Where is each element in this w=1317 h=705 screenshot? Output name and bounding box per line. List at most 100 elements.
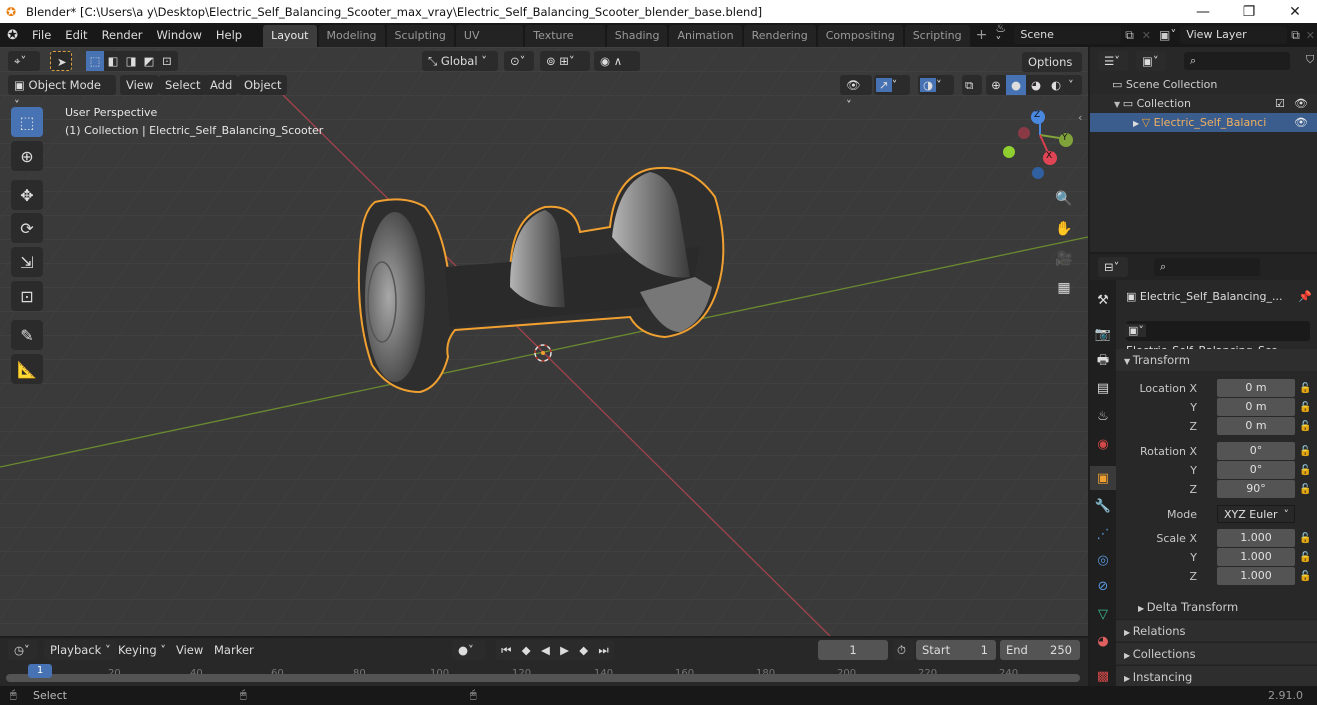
menu-render[interactable]: Render xyxy=(95,23,150,47)
remove-scene-icon[interactable]: ✕ xyxy=(1138,29,1155,42)
menu-view[interactable]: View xyxy=(170,640,209,660)
transform-tool[interactable]: ⊡ xyxy=(11,281,43,311)
new-scene-icon[interactable]: ⧉ xyxy=(1121,28,1138,43)
mode-set-icon[interactable]: ⬚ xyxy=(86,51,104,71)
lock-icon[interactable]: 🔓 xyxy=(1299,417,1313,436)
object-data-icon[interactable]: ▣˅ xyxy=(1126,324,1146,337)
delta-transform-subpanel[interactable]: ▶ Delta Transform xyxy=(1116,596,1317,618)
texture-tab-icon[interactable]: ▩ xyxy=(1090,664,1116,688)
lock-icon[interactable]: 🔓 xyxy=(1299,398,1313,417)
lock-icon[interactable]: 🔓 xyxy=(1299,461,1313,480)
menu-playback[interactable]: Playback ˅ xyxy=(44,640,117,660)
wireframe-shading-icon[interactable]: ⊕ xyxy=(986,75,1006,95)
gizmo-neg-y[interactable] xyxy=(1003,146,1015,158)
cursor-tool[interactable]: ⊕ xyxy=(11,141,43,171)
menu-file[interactable]: File xyxy=(25,23,58,47)
rotation-z-field[interactable]: 90° xyxy=(1217,480,1295,498)
menu-help[interactable]: Help xyxy=(209,23,249,47)
measure-tool[interactable]: 📐 xyxy=(11,354,43,384)
preview-range-icon[interactable]: ⏱ xyxy=(894,640,914,660)
view-layer-tab-icon[interactable]: ▤ xyxy=(1090,376,1116,400)
filter-icon[interactable]: ⛉ xyxy=(1306,53,1314,67)
rotation-x-field[interactable]: 0° xyxy=(1217,442,1295,460)
mode-invert-icon[interactable]: ◩ xyxy=(140,51,158,71)
physics-tab-icon[interactable]: ◎ xyxy=(1090,548,1116,572)
lock-icon[interactable]: 🔓 xyxy=(1299,529,1313,548)
exclude-checkbox[interactable]: ☑ xyxy=(1275,94,1285,113)
outliner-editor-type-icon[interactable]: ☰˅ xyxy=(1098,51,1128,71)
next-keyframe-icon[interactable]: ◆ xyxy=(579,640,588,660)
display-mode-icon[interactable]: ▣˅ xyxy=(1136,51,1166,71)
tab-scripting[interactable]: Scripting xyxy=(904,25,970,47)
jump-end-icon[interactable]: ⏭ xyxy=(598,640,608,660)
xray-toggle-icon[interactable]: ⧉ xyxy=(962,75,982,95)
material-shading-icon[interactable]: ◕ xyxy=(1026,75,1046,95)
lock-icon[interactable]: 🔓 xyxy=(1299,442,1313,461)
object-tab-icon[interactable]: ▣ xyxy=(1090,466,1116,490)
visibility-eye-icon[interactable]: 👁 xyxy=(1294,113,1308,132)
tab-uv-editing[interactable]: UV Editing xyxy=(455,25,524,64)
tab-compositing[interactable]: Compositing xyxy=(817,25,903,47)
gizmo-neg-x[interactable] xyxy=(1018,127,1030,139)
render-tab-icon[interactable]: 📷 xyxy=(1090,322,1116,346)
play-reverse-icon[interactable]: ◀ xyxy=(541,640,550,660)
zoom-view-icon[interactable]: 🔍 xyxy=(1052,187,1076,211)
close-button[interactable]: ✕ xyxy=(1272,0,1317,23)
instancing-panel-header[interactable]: ▶ Instancing xyxy=(1116,665,1317,687)
particles-tab-icon[interactable]: ⋰ xyxy=(1090,522,1116,546)
end-frame-field[interactable]: End 250 xyxy=(1000,640,1080,660)
data-tab-icon[interactable]: ▽ xyxy=(1090,602,1116,626)
move-tool[interactable]: ✥ xyxy=(11,180,43,210)
select-box-tool-icon[interactable]: ➤ xyxy=(50,51,72,71)
collapse-arrow-icon[interactable]: ▼ xyxy=(1114,100,1123,109)
rotate-tool[interactable]: ⟳ xyxy=(11,213,43,243)
gizmo-neg-z[interactable] xyxy=(1032,167,1044,179)
tab-texture-paint[interactable]: Texture Paint xyxy=(525,25,605,64)
lock-icon[interactable]: 🔓 xyxy=(1299,548,1313,567)
timeline-editor-type-icon[interactable]: ◷˅ xyxy=(8,640,38,660)
modifier-tab-icon[interactable]: 🔧 xyxy=(1090,494,1116,518)
gizmo-toggle-icon[interactable]: ↗ ˅ xyxy=(874,75,910,95)
play-icon[interactable]: ▶ xyxy=(560,640,569,660)
blender-menu-icon[interactable]: ✪ xyxy=(0,28,25,43)
minimize-button[interactable]: — xyxy=(1180,0,1226,23)
properties-search-input[interactable]: ⌕ xyxy=(1154,258,1260,276)
constraints-tab-icon[interactable]: ⊘ xyxy=(1090,574,1116,598)
properties-editor-type-icon[interactable]: ⊟˅ xyxy=(1098,257,1128,277)
menu-marker[interactable]: Marker xyxy=(208,640,260,660)
rendered-shading-icon[interactable]: ◐ xyxy=(1046,75,1066,95)
collections-panel-header[interactable]: ▶ Collections xyxy=(1116,642,1317,664)
tab-sculpting[interactable]: Sculpting xyxy=(386,25,454,47)
lock-icon[interactable]: 🔓 xyxy=(1299,480,1313,499)
tab-animation[interactable]: Animation xyxy=(669,25,742,47)
editor-type-icon[interactable]: ⌖˅ xyxy=(8,51,40,71)
world-tab-icon[interactable]: ◉ xyxy=(1090,432,1116,456)
output-tab-icon[interactable]: 🖶 xyxy=(1090,350,1116,374)
add-workspace-icon[interactable]: + xyxy=(972,27,992,43)
maximize-button[interactable]: ❐ xyxy=(1226,0,1272,23)
new-view-layer-icon[interactable]: ⧉ xyxy=(1287,28,1304,43)
jump-start-icon[interactable]: ⏮ xyxy=(501,640,511,660)
auto-keying-toggle[interactable]: ●˅ xyxy=(452,640,486,660)
pivot-point-icon[interactable]: ⊙˅ xyxy=(504,51,534,71)
remove-view-layer-icon[interactable]: ✕ xyxy=(1304,29,1317,42)
scene-name-field[interactable]: Scene xyxy=(1014,26,1122,44)
current-frame-field[interactable]: 1 xyxy=(818,640,888,660)
tab-modeling[interactable]: Modeling xyxy=(318,25,385,47)
sidebar-toggle-icon[interactable]: ‹ xyxy=(1078,111,1082,124)
tab-layout[interactable]: Layout xyxy=(263,25,317,47)
location-y-field[interactable]: 0 m xyxy=(1217,398,1295,416)
transform-panel-header[interactable]: ▼ Transform xyxy=(1116,349,1317,371)
scale-x-field[interactable]: 1.000 xyxy=(1217,529,1295,547)
shading-options-icon[interactable]: ˅ xyxy=(1064,75,1082,95)
visibility-icon[interactable]: 👁˅ xyxy=(840,75,872,112)
proportional-edit-icon[interactable]: ◉ ∧ xyxy=(594,51,640,71)
menu-keying[interactable]: Keying ˅ xyxy=(112,640,172,660)
expand-arrow-icon[interactable]: ▶ xyxy=(1133,119,1142,128)
outliner-item-scooter[interactable]: ▶ ▽ Electric_Self_Balanci 👁 xyxy=(1090,113,1317,132)
outliner-item-scene-collection[interactable]: ▭ Scene Collection xyxy=(1090,75,1317,94)
rotation-y-field[interactable]: 0° xyxy=(1217,461,1295,479)
relations-panel-header[interactable]: ▶ Relations xyxy=(1116,619,1317,641)
lock-icon[interactable]: 🔓 xyxy=(1299,567,1313,586)
menu-window[interactable]: Window xyxy=(150,23,209,47)
